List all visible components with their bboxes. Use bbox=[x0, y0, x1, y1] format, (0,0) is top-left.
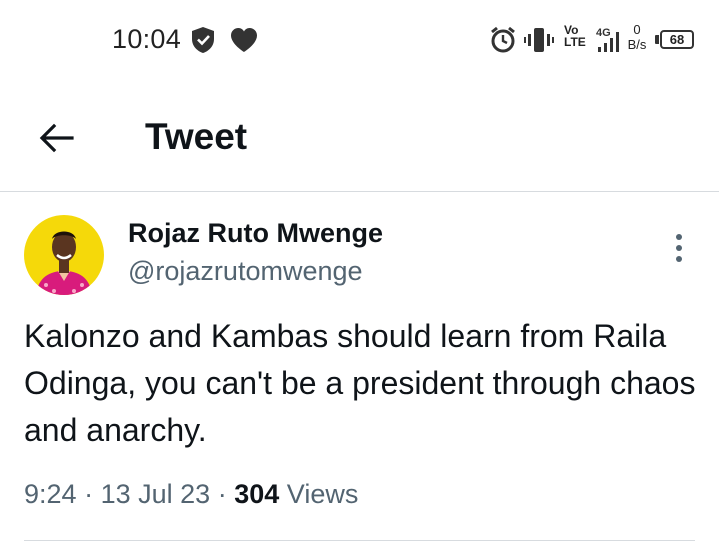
more-options-icon[interactable] bbox=[664, 230, 694, 266]
avatar-image bbox=[24, 215, 104, 295]
tweet-time: 9:24 bbox=[24, 479, 77, 509]
status-bar: 10:04 Vo LTE 4G 0 B/s 68 bbox=[0, 0, 719, 80]
network-speed-unit: B/s bbox=[627, 37, 647, 52]
battery-cap bbox=[655, 35, 659, 44]
avatar[interactable] bbox=[24, 215, 104, 295]
heart-icon bbox=[231, 28, 257, 52]
page-title: Tweet bbox=[145, 116, 248, 157]
status-time: 10:04 bbox=[112, 24, 182, 54]
arrow-left-icon[interactable] bbox=[36, 118, 76, 158]
volte-indicator: Vo LTE bbox=[564, 24, 586, 48]
vibrate-icon bbox=[524, 28, 554, 52]
network-speed: 0 B/s bbox=[624, 22, 650, 52]
network-speed-value: 0 bbox=[633, 22, 641, 37]
header-divider bbox=[0, 191, 719, 192]
alarm-icon bbox=[491, 26, 515, 53]
battery-icon: 68 bbox=[660, 30, 694, 49]
tweet-text: Kalonzo and Kambas should learn from Rai… bbox=[24, 318, 696, 448]
meta-separator: · bbox=[217, 479, 227, 509]
tweet-meta: 9:24 · 13 Jul 23 · 304 Views bbox=[24, 479, 358, 510]
meta-separator: · bbox=[84, 479, 94, 509]
tweet-date: 13 Jul 23 bbox=[100, 479, 211, 509]
user-display-name[interactable]: Rojaz Ruto Mwenge bbox=[128, 218, 383, 249]
network-type-label: 4G bbox=[596, 27, 611, 39]
views-label[interactable]: Views bbox=[287, 479, 359, 509]
user-handle[interactable]: @rojazrutomwenge bbox=[128, 256, 363, 287]
tweet-divider bbox=[24, 540, 695, 541]
signal-strength-icon: 4G bbox=[596, 27, 619, 52]
views-count[interactable]: 304 bbox=[234, 479, 279, 509]
shield-check-icon bbox=[192, 27, 214, 53]
lte-label: LTE bbox=[564, 35, 586, 49]
top-bar: Tweet bbox=[0, 96, 719, 191]
